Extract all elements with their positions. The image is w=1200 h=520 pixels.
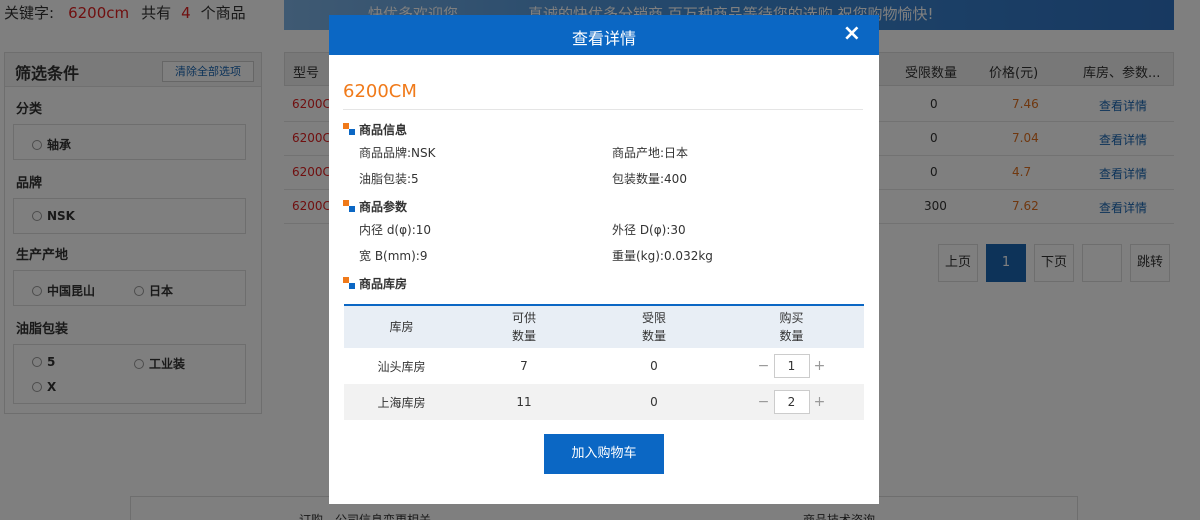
info-value: 5 xyxy=(411,172,419,186)
product-detail-modal: 查看详情 × 6200CM 商品信息 商品品牌:NSK 商品产地:日本 油脂包装… xyxy=(329,15,879,504)
section-bullet-icon xyxy=(343,123,355,135)
info-origin: 商品产地:日本 xyxy=(612,144,688,161)
section-product-info: 商品信息 xyxy=(343,121,407,138)
info-label: 宽 B(mm): xyxy=(359,249,420,263)
info-value: 400 xyxy=(664,172,687,186)
table-row: 上海库房 11 0 − 2 + xyxy=(344,384,864,420)
warehouse-table: 库房 可供 数量 受限 数量 购买 数量 汕头库房 7 0 − 1 + 上海库房… xyxy=(344,304,864,420)
info-value: 9 xyxy=(419,249,428,263)
param-outer-diameter: 外径 D(φ):30 xyxy=(612,221,686,238)
param-inner-diameter: 内径 d(φ):10 xyxy=(359,221,431,238)
info-pack: 包装数量:400 xyxy=(612,170,687,187)
info-label: 包装数量: xyxy=(612,172,665,186)
plus-icon[interactable]: + xyxy=(813,355,827,377)
section-title-text: 商品信息 xyxy=(359,123,408,137)
buy-qty-cell: − 1 + xyxy=(719,348,864,384)
info-brand: 商品品牌:NSK xyxy=(359,144,436,161)
modal-title: 查看详情 xyxy=(571,29,636,48)
quantity-input[interactable]: 2 xyxy=(773,390,810,414)
col-available: 可供 数量 xyxy=(459,305,589,348)
section-warehouse: 商品库房 xyxy=(343,275,407,292)
quantity-input[interactable]: 1 xyxy=(773,354,810,378)
info-label: 油脂包装: xyxy=(359,172,412,186)
section-product-params: 商品参数 xyxy=(343,198,407,215)
available-qty: 7 xyxy=(459,348,589,384)
quantity-stepper: − 2 + xyxy=(757,390,827,414)
col-buy-qty: 购买 数量 xyxy=(719,305,864,348)
info-grease: 油脂包装:5 xyxy=(359,170,419,187)
param-weight: 重量(kg):0.032kg xyxy=(612,247,713,264)
section-title-text: 商品参数 xyxy=(359,200,408,214)
table-header-row: 库房 可供 数量 受限 数量 购买 数量 xyxy=(344,305,864,348)
add-to-cart-button[interactable]: 加入购物车 xyxy=(544,434,664,474)
plus-icon[interactable]: + xyxy=(813,391,827,413)
info-label: 外径 D(φ): xyxy=(612,223,671,237)
quantity-stepper: − 1 + xyxy=(757,354,827,378)
modal-header: 查看详情 × xyxy=(329,15,879,55)
header-text: 库房 xyxy=(389,320,414,334)
section-bullet-icon xyxy=(343,200,355,212)
col-limited: 受限 数量 xyxy=(589,305,719,348)
info-label: 重量(kg): xyxy=(612,249,664,263)
section-bullet-icon xyxy=(343,277,355,289)
buy-qty-cell: − 2 + xyxy=(719,384,864,420)
available-qty: 11 xyxy=(459,384,589,420)
info-label: 商品产地: xyxy=(612,146,665,160)
minus-icon[interactable]: − xyxy=(757,355,771,377)
info-value: 0.032kg xyxy=(663,249,713,263)
section-title-text: 商品库房 xyxy=(359,277,408,291)
param-width: 宽 B(mm):9 xyxy=(359,247,427,264)
minus-icon[interactable]: − xyxy=(757,391,771,413)
limited-qty: 0 xyxy=(589,348,719,384)
col-warehouse: 库房 xyxy=(344,305,459,348)
header-text: 可供 数量 xyxy=(511,311,536,343)
warehouse-name: 汕头库房 xyxy=(344,348,459,384)
warehouse-name: 上海库房 xyxy=(344,384,459,420)
close-icon[interactable]: × xyxy=(843,22,861,46)
info-value: NSK xyxy=(411,146,436,160)
header-text: 购买 数量 xyxy=(779,311,804,343)
info-value: 30 xyxy=(670,223,686,237)
header-text: 受限 数量 xyxy=(641,311,666,343)
limited-qty: 0 xyxy=(589,384,719,420)
info-value: 10 xyxy=(415,223,432,237)
info-label: 内径 d(φ): xyxy=(359,223,416,237)
info-label: 商品品牌: xyxy=(359,146,412,160)
table-row: 汕头库房 7 0 − 1 + xyxy=(344,348,864,384)
info-value: 日本 xyxy=(664,146,689,160)
product-name: 6200CM xyxy=(343,81,417,102)
divider xyxy=(343,109,863,110)
